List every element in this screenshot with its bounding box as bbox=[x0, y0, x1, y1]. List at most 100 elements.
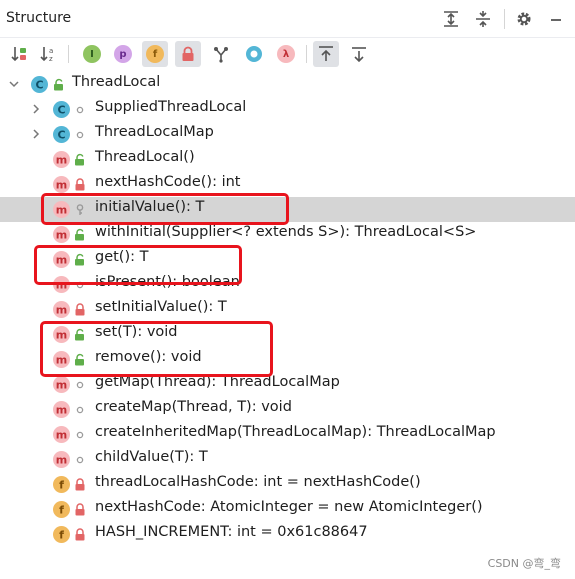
class-icon: C bbox=[53, 126, 70, 143]
tree-row[interactable]: m withInitial(Supplier<? extends S>): Thr… bbox=[0, 222, 575, 247]
class-icon: C bbox=[31, 76, 48, 93]
tree-row[interactable]: f threadLocalHashCode: int = nextHashCode… bbox=[0, 472, 575, 497]
private-visibility-icon bbox=[75, 528, 85, 541]
tree-item-label: createInheritedMap(ThreadLocalMap): Thre… bbox=[95, 424, 496, 440]
tree-row[interactable]: f nextHashCode: AtomicInteger = new Atomi… bbox=[0, 497, 575, 522]
svg-text:f: f bbox=[59, 479, 64, 492]
tree-row[interactable]: C SuppliedThreadLocal bbox=[0, 97, 575, 122]
show-lambdas-tree-icon[interactable] bbox=[208, 41, 234, 67]
tree-root-row[interactable]: C ThreadLocal bbox=[0, 72, 575, 97]
field-icon: f bbox=[53, 526, 70, 543]
inherited-badge: I bbox=[83, 45, 101, 63]
tree-item-label: ThreadLocal() bbox=[95, 149, 195, 165]
tree-item-label: nextHashCode: AtomicInteger = new Atomic… bbox=[95, 499, 483, 515]
method-icon: m bbox=[53, 301, 70, 318]
public-visibility-icon bbox=[54, 78, 63, 91]
svg-text:m: m bbox=[56, 454, 67, 467]
chevron-down-icon[interactable] bbox=[8, 78, 20, 90]
svg-text:m: m bbox=[56, 379, 67, 392]
tree-row[interactable]: m ThreadLocal() bbox=[0, 147, 575, 172]
minimize-icon[interactable] bbox=[543, 6, 569, 32]
method-icon: m bbox=[53, 151, 70, 168]
package-visibility-icon bbox=[76, 131, 84, 139]
public-visibility-icon bbox=[75, 228, 84, 241]
property-badge: p bbox=[114, 45, 132, 63]
svg-text:m: m bbox=[56, 404, 67, 417]
tree-row[interactable]: m setInitialValue(): T bbox=[0, 297, 575, 322]
expand-all-icon[interactable] bbox=[438, 6, 464, 32]
highlight-box-initialvalue bbox=[41, 193, 289, 225]
svg-text:a: a bbox=[49, 47, 53, 55]
svg-text:f: f bbox=[59, 529, 64, 542]
tree-item-label: childValue(T): T bbox=[95, 449, 208, 465]
panel-title: Structure bbox=[6, 10, 72, 26]
tree-item-label: HASH_INCREMENT: int = 0x61c88647 bbox=[95, 524, 368, 540]
show-properties-icon[interactable]: p bbox=[110, 41, 136, 67]
svg-text:z: z bbox=[49, 55, 53, 63]
private-visibility-icon bbox=[75, 503, 85, 516]
lambda-badge: λ bbox=[277, 45, 295, 63]
svg-text:C: C bbox=[57, 104, 65, 117]
tree-row[interactable]: m childValue(T): T bbox=[0, 447, 575, 472]
sort-alphabetically-icon[interactable]: az bbox=[35, 41, 61, 67]
svg-text:m: m bbox=[56, 179, 67, 192]
show-inherited-icon[interactable]: I bbox=[79, 41, 105, 67]
autoscroll-to-source-icon[interactable] bbox=[313, 41, 339, 67]
class-icon: C bbox=[53, 101, 70, 118]
public-visibility-icon bbox=[75, 153, 84, 166]
svg-text:m: m bbox=[56, 304, 67, 317]
tree-item-label: createMap(Thread, T): void bbox=[95, 399, 292, 415]
structure-header: Structure bbox=[0, 0, 575, 38]
method-icon: m bbox=[53, 426, 70, 443]
svg-text:m: m bbox=[56, 229, 67, 242]
structure-toolbar: az I p f λ bbox=[0, 38, 575, 70]
tree-item-label: nextHashCode(): int bbox=[95, 174, 241, 190]
method-icon: m bbox=[53, 176, 70, 193]
svg-text:C: C bbox=[35, 79, 43, 92]
private-visibility-icon bbox=[75, 303, 85, 316]
method-icon: m bbox=[53, 401, 70, 418]
toolbar-separator bbox=[68, 45, 69, 63]
tree-row[interactable]: C ThreadLocalMap bbox=[0, 122, 575, 147]
header-separator bbox=[504, 9, 505, 29]
tree-item-label: ThreadLocalMap bbox=[95, 124, 214, 140]
tree-row[interactable]: m createMap(Thread, T): void bbox=[0, 397, 575, 422]
gear-icon[interactable] bbox=[511, 6, 537, 32]
svg-text:m: m bbox=[56, 429, 67, 442]
field-icon: f bbox=[53, 476, 70, 493]
svg-text:m: m bbox=[56, 154, 67, 167]
show-anonymous-icon[interactable] bbox=[241, 41, 267, 67]
svg-text:f: f bbox=[59, 504, 64, 517]
package-visibility-icon bbox=[76, 106, 84, 114]
collapse-all-icon[interactable] bbox=[470, 6, 496, 32]
autoscroll-from-source-icon[interactable] bbox=[346, 41, 372, 67]
private-visibility-icon bbox=[75, 478, 85, 491]
method-icon: m bbox=[53, 451, 70, 468]
watermark: CSDN @弯_弯 bbox=[487, 557, 561, 570]
method-icon: m bbox=[53, 226, 70, 243]
chevron-right-icon[interactable] bbox=[30, 103, 42, 115]
show-lambdas-icon[interactable]: λ bbox=[273, 41, 299, 67]
tree-row[interactable]: m createInheritedMap(ThreadLocalMap): Thr… bbox=[0, 422, 575, 447]
highlight-box-set-remove bbox=[40, 321, 273, 377]
highlight-box-get bbox=[34, 245, 242, 285]
show-fields-icon[interactable]: f bbox=[142, 41, 168, 67]
tree-item-label: setInitialValue(): T bbox=[95, 299, 227, 315]
toolbar-separator bbox=[306, 45, 307, 63]
chevron-right-icon[interactable] bbox=[30, 128, 42, 140]
package-visibility-icon bbox=[76, 431, 84, 439]
tree-item-label: threadLocalHashCode: int = nextHashCode(… bbox=[95, 474, 421, 490]
private-visibility-icon bbox=[75, 178, 85, 191]
package-visibility-icon bbox=[76, 456, 84, 464]
svg-text:C: C bbox=[57, 129, 65, 142]
method-icon: m bbox=[53, 376, 70, 393]
field-icon: f bbox=[53, 501, 70, 518]
header-actions bbox=[438, 6, 575, 32]
tree-row[interactable]: f HASH_INCREMENT: int = 0x61c88647 bbox=[0, 522, 575, 547]
package-visibility-icon bbox=[76, 406, 84, 414]
show-non-public-icon[interactable] bbox=[175, 41, 201, 67]
field-badge: f bbox=[146, 45, 164, 63]
sort-visibility-icon[interactable] bbox=[6, 41, 32, 67]
package-visibility-icon bbox=[76, 381, 84, 389]
tree-item-label: SuppliedThreadLocal bbox=[95, 99, 247, 115]
